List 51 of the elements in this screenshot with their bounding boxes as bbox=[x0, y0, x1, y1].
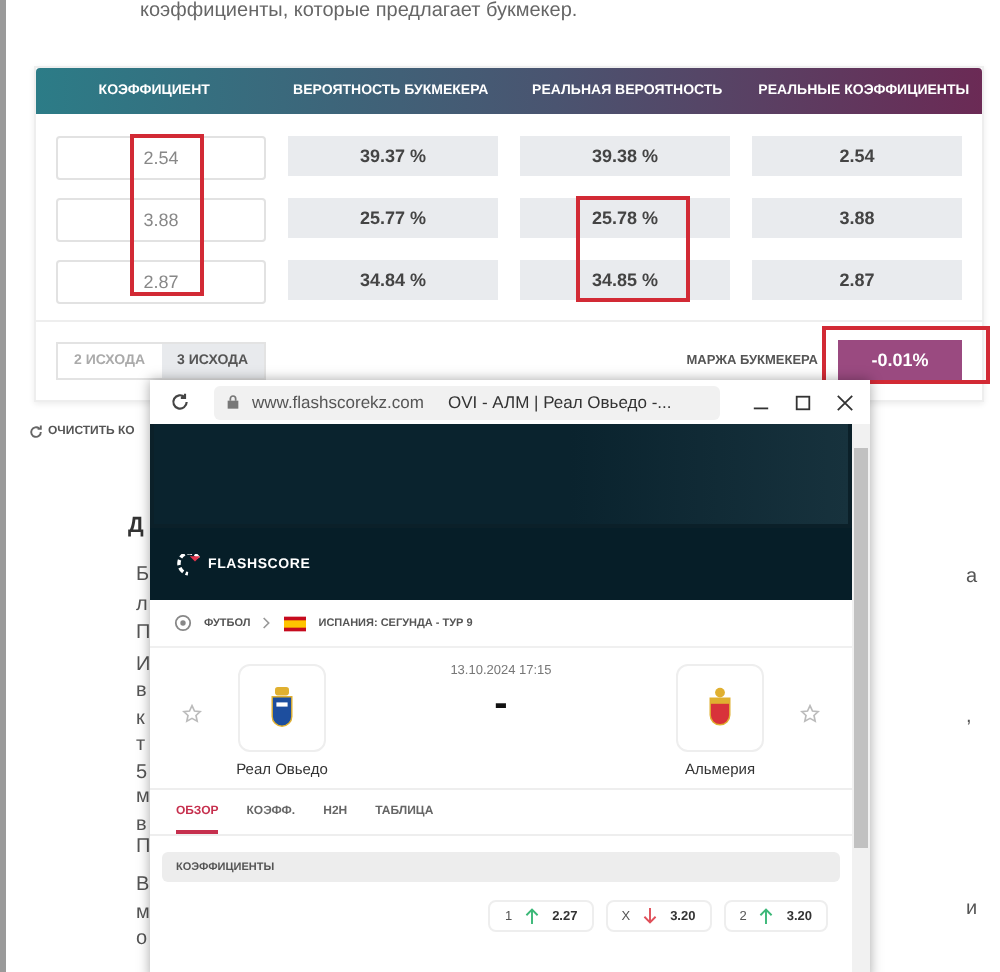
star-icon[interactable] bbox=[182, 704, 202, 724]
article-text: о bbox=[136, 928, 148, 950]
odds-input[interactable]: 2.54 bbox=[56, 136, 266, 180]
article-text: П bbox=[136, 836, 151, 858]
article-text: , bbox=[966, 706, 972, 728]
article-text: а bbox=[966, 566, 978, 588]
odds-input[interactable]: 2.87 bbox=[56, 260, 266, 304]
article-text: л bbox=[136, 594, 148, 616]
article-text: В bbox=[136, 874, 150, 896]
article-text: И bbox=[136, 654, 151, 676]
lock-icon bbox=[226, 394, 240, 410]
intro-text: коэффициенты, которые предлагает букмекер. bbox=[138, 0, 580, 22]
star-icon[interactable] bbox=[800, 704, 820, 724]
club-crest-icon bbox=[676, 664, 764, 752]
article-text: и bbox=[966, 898, 978, 920]
highlight-frame bbox=[576, 196, 690, 302]
scrollbar[interactable] bbox=[852, 424, 870, 972]
article-text: м bbox=[136, 786, 150, 808]
ball-icon bbox=[174, 614, 192, 632]
close-icon[interactable] bbox=[836, 393, 854, 411]
odds-input[interactable]: 3.88 bbox=[56, 198, 266, 242]
margin-value: -0.01% bbox=[838, 340, 962, 380]
flag-icon bbox=[284, 615, 307, 631]
club-crest-icon bbox=[238, 664, 326, 752]
refresh-icon bbox=[28, 424, 44, 440]
table-cell: 2.87 bbox=[752, 260, 962, 300]
article-text: Д bbox=[128, 516, 144, 538]
article-text: т bbox=[136, 734, 146, 756]
maximize-icon[interactable] bbox=[794, 393, 812, 411]
chevron-icon bbox=[262, 616, 273, 630]
article-text: м bbox=[136, 902, 150, 924]
address-bar[interactable]: www.flashscorekz.com OVI - АЛМ | Реал Овьедо -... bbox=[214, 385, 720, 419]
table-cell: 39.38 % bbox=[520, 136, 730, 176]
match-score: - bbox=[494, 682, 508, 726]
article-text: в bbox=[136, 814, 147, 836]
page-title: OVI - АЛМ | Реал Овьедо -... bbox=[447, 392, 672, 412]
table-cell: 3.88 bbox=[752, 198, 962, 238]
table-cell: 25.78 % bbox=[520, 198, 730, 238]
article-text: 5 bbox=[136, 762, 148, 784]
reload-icon[interactable] bbox=[170, 392, 190, 412]
article-text: к bbox=[136, 708, 145, 730]
article-text: П bbox=[136, 622, 151, 644]
url-text: www.flashscorekz.com bbox=[252, 392, 424, 412]
table-cell: 39.37 % bbox=[288, 136, 498, 176]
table-cell: 2.54 bbox=[752, 136, 962, 176]
table-cell: 34.85 % bbox=[520, 260, 730, 300]
table-cell: 25.77 % bbox=[288, 198, 498, 238]
logo-icon bbox=[174, 553, 202, 575]
article-text: в bbox=[136, 680, 147, 702]
table-cell: 34.84 % bbox=[288, 260, 498, 300]
article-text: Б bbox=[136, 564, 150, 586]
